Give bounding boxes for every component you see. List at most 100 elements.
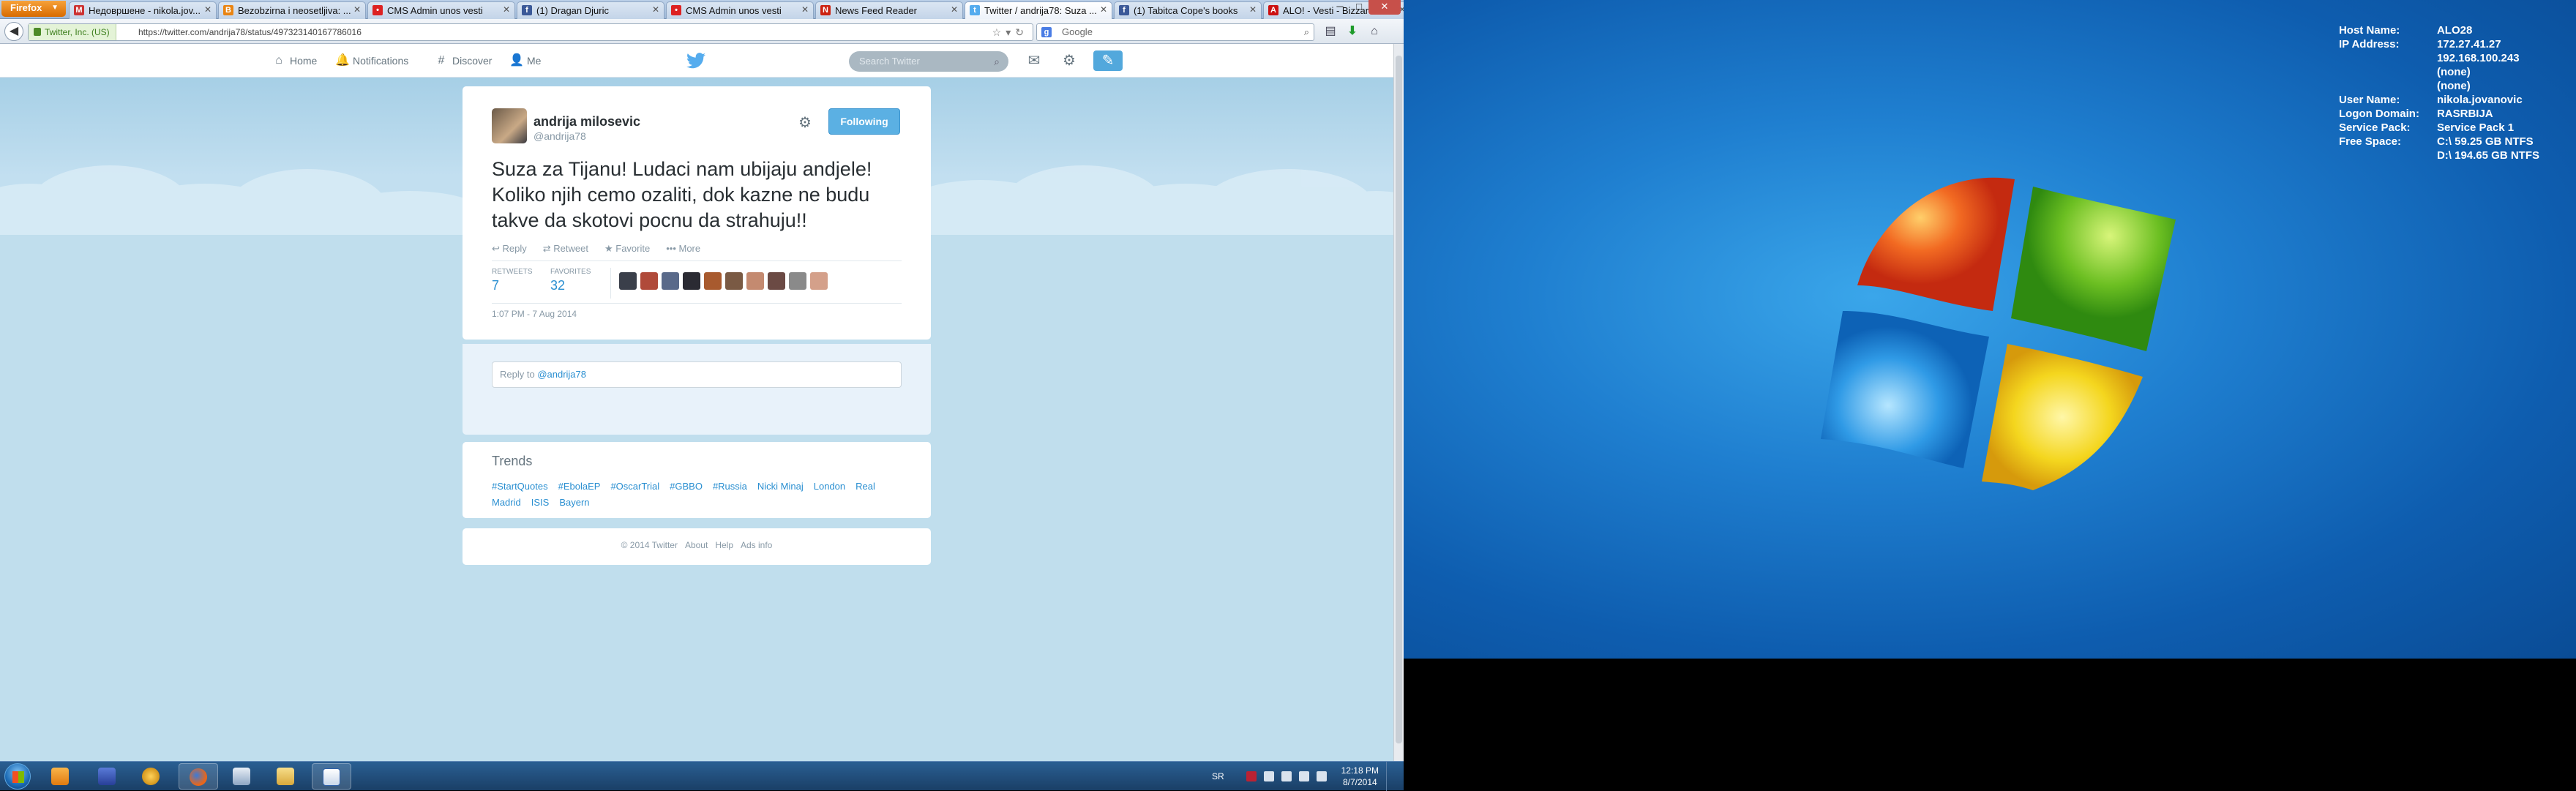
nav-home[interactable]: ⌂ Home xyxy=(272,54,317,67)
gear-app-icon xyxy=(142,768,160,785)
more-action[interactable]: ••• More xyxy=(666,243,700,255)
tray-flag-icon[interactable] xyxy=(1263,771,1274,781)
maximize-button[interactable]: □ xyxy=(1349,0,1368,15)
url-bar[interactable]: Twitter, Inc. (US) https://twitter.com/a… xyxy=(28,23,1033,41)
volume-icon[interactable] xyxy=(1316,771,1327,781)
vertical-scrollbar[interactable] xyxy=(1393,44,1404,761)
close-tab-icon[interactable]: ✕ xyxy=(652,4,659,15)
close-tab-icon[interactable]: ✕ xyxy=(951,4,958,15)
network-icon[interactable] xyxy=(1298,771,1309,781)
taskbar-window-app[interactable] xyxy=(222,763,262,790)
favoriter-avatar[interactable] xyxy=(662,272,679,290)
retweets-count[interactable]: 7 xyxy=(492,278,499,293)
close-tab-icon[interactable]: ✕ xyxy=(353,4,361,15)
scrollbar-thumb[interactable] xyxy=(1396,56,1402,743)
taskbar-document-app[interactable] xyxy=(312,763,351,790)
nav-discover[interactable]: # Discover xyxy=(435,54,493,67)
toolbar-buttons: ▤ ⬇ ⌂ xyxy=(1322,23,1388,40)
google-icon[interactable]: g xyxy=(1041,27,1052,37)
browser-tab[interactable]: f (1) Tabitca Cope's books ✕ xyxy=(1114,1,1262,19)
twitter-actions: ✉ ⚙ ✎ xyxy=(1023,50,1136,71)
footer-link[interactable]: Help xyxy=(715,540,733,550)
browser-tab[interactable]: • CMS Admin unos vesti ✕ xyxy=(666,1,814,19)
browser-tab[interactable]: B Bezobzirna i neosetljiva: ... ✕ xyxy=(218,1,366,19)
home-icon[interactable]: ⌂ xyxy=(1366,23,1383,40)
close-tab-icon[interactable]: ✕ xyxy=(1249,4,1257,15)
url-text[interactable]: https://twitter.com/andrija78/status/497… xyxy=(138,24,362,40)
firefox-menu-button[interactable]: Firefox ▼ xyxy=(1,1,66,17)
footer-link[interactable]: Ads info xyxy=(741,540,772,550)
show-desktop-button[interactable] xyxy=(1386,762,1396,791)
trend-link[interactable]: #StartQuotes xyxy=(492,481,548,492)
browser-tab[interactable]: M Недовршене - nikola.jov... ✕ xyxy=(69,1,217,19)
trend-link[interactable]: Nicki Minaj xyxy=(757,481,804,492)
retweet-action[interactable]: ⇄ Retweet xyxy=(543,243,588,255)
user-actions-gear-icon[interactable]: ⚙ xyxy=(796,114,814,132)
close-window-button[interactable]: ✕ xyxy=(1368,0,1401,15)
search-bar[interactable]: g Google ⌕ xyxy=(1036,23,1314,41)
nav-me[interactable]: 👤 Me xyxy=(509,54,541,67)
dropdown-arrow-icon[interactable]: ▾ xyxy=(1006,26,1015,38)
favoriter-avatar[interactable] xyxy=(640,272,658,290)
trend-link[interactable]: ISIS xyxy=(531,497,550,508)
clock[interactable]: 12:18 PM 8/7/2014 xyxy=(1341,765,1379,788)
bookmarks-menu-icon[interactable]: ▤ xyxy=(1322,23,1339,40)
reload-icon[interactable]: ↻ xyxy=(1015,26,1028,38)
trend-link[interactable]: Bayern xyxy=(559,497,589,508)
reply-action[interactable]: ↩ Reply xyxy=(492,243,527,255)
trend-link[interactable]: London xyxy=(814,481,845,492)
favoriter-avatar[interactable] xyxy=(725,272,743,290)
browser-tab[interactable]: • CMS Admin unos vesti ✕ xyxy=(367,1,515,19)
favorite-action[interactable]: ★ Favorite xyxy=(604,243,650,255)
reply-input[interactable]: Reply to @andrija78 xyxy=(492,361,902,388)
trend-link[interactable]: #EbolaEP xyxy=(558,481,601,492)
close-tab-icon[interactable]: ✕ xyxy=(204,4,211,15)
settings-gear-icon[interactable]: ⚙ xyxy=(1058,50,1080,71)
tray-action-center-icon[interactable] xyxy=(1281,771,1292,781)
messages-envelope-icon[interactable]: ✉ xyxy=(1023,50,1045,71)
author-name[interactable]: andrija milosevic xyxy=(533,114,640,130)
compose-tweet-icon[interactable]: ✎ xyxy=(1093,50,1123,71)
favoriter-avatar[interactable] xyxy=(704,272,722,290)
favoriter-avatar[interactable] xyxy=(746,272,764,290)
minimize-button[interactable]: ─ xyxy=(1330,0,1349,15)
divider xyxy=(492,260,902,261)
trend-link[interactable]: #GBBO xyxy=(670,481,703,492)
favoriter-avatar[interactable] xyxy=(619,272,637,290)
taskbar-media-player[interactable] xyxy=(41,763,80,790)
close-tab-icon[interactable]: ✕ xyxy=(801,4,809,15)
favoriter-avatar[interactable] xyxy=(789,272,806,290)
favoriter-avatar[interactable] xyxy=(810,272,828,290)
taskbar-save-app[interactable] xyxy=(88,763,127,790)
close-tab-icon[interactable]: ✕ xyxy=(503,4,510,15)
twitter-search-input[interactable]: Search Twitter ⌕ xyxy=(849,51,1008,72)
taskbar-explorer[interactable] xyxy=(266,763,306,790)
close-tab-icon[interactable]: ✕ xyxy=(1100,4,1107,15)
search-icon[interactable]: ⌕ xyxy=(1304,24,1309,40)
bookmark-star-icon[interactable]: ☆ xyxy=(992,26,1006,38)
footer-link[interactable]: About xyxy=(685,540,708,550)
favoriter-avatar[interactable] xyxy=(683,272,700,290)
twitter-bird-icon[interactable] xyxy=(686,53,705,69)
author-avatar[interactable] xyxy=(492,108,527,143)
browser-tab[interactable]: f (1) Dragan Djuric ✕ xyxy=(517,1,664,19)
following-button[interactable]: Following xyxy=(828,108,900,135)
nav-notifications[interactable]: 🔔 Notifications xyxy=(335,54,408,67)
browser-tab[interactable]: t Twitter / andrija78: Suza ... ✕ xyxy=(965,1,1112,19)
favorites-count[interactable]: 32 xyxy=(550,278,565,293)
trend-link[interactable]: #OscarTrial xyxy=(610,481,659,492)
download-icon[interactable]: ⬇ xyxy=(1344,23,1361,40)
author-handle[interactable]: @andrija78 xyxy=(533,130,586,142)
start-button[interactable] xyxy=(4,763,31,790)
taskbar-settings-app[interactable] xyxy=(132,763,171,790)
trend-link[interactable]: #Russia xyxy=(713,481,747,492)
taskbar-firefox[interactable] xyxy=(179,763,218,790)
language-indicator[interactable]: SR xyxy=(1212,771,1224,781)
search-icon[interactable]: ⌕ xyxy=(994,51,1000,72)
tray-app-icon[interactable] xyxy=(1246,771,1257,781)
tweet-text: Suza za Tijanu! Ludaci nam ubijaju andje… xyxy=(492,158,872,231)
back-button[interactable]: ◀ xyxy=(4,22,23,41)
browser-tab[interactable]: N News Feed Reader ✕ xyxy=(815,1,963,19)
favoriter-avatar[interactable] xyxy=(768,272,785,290)
site-identity-button[interactable]: Twitter, Inc. (US) xyxy=(29,24,116,40)
